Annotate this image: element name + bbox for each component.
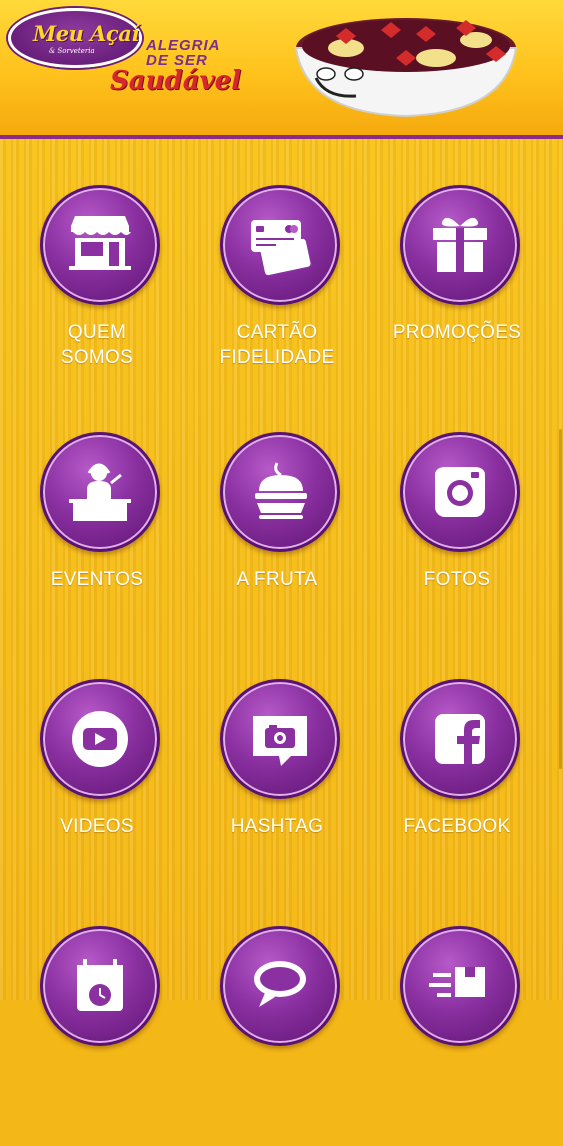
menu-item-delivery[interactable] — [368, 926, 548, 1146]
acai-bowl-image — [294, 18, 518, 118]
menu-item-agenda[interactable] — [8, 926, 188, 1146]
menu-item-a-fruta[interactable]: A FRUTA — [188, 432, 368, 652]
menu-item-circle[interactable] — [220, 185, 340, 305]
logo-text: Meu Açaí — [33, 21, 139, 46]
menu-item-circle[interactable] — [400, 926, 520, 1046]
menu-item-circle[interactable] — [220, 926, 340, 1046]
delivery-box-icon — [429, 967, 485, 997]
menu-item-circle[interactable] — [400, 432, 520, 552]
fruit-bowl-icon — [255, 462, 307, 519]
store-icon — [69, 216, 131, 270]
menu-item-label: EVENTOS — [50, 569, 144, 590]
scrollbar[interactable] — [559, 429, 562, 769]
menu-item-circle[interactable] — [220, 432, 340, 552]
menu-item-label: FACEBOOK — [403, 816, 511, 837]
menu-item-facebook[interactable]: FACEBOOK — [368, 679, 548, 899]
menu-item-quem-somos[interactable]: QUEM SOMOS — [8, 185, 188, 405]
menu-item-label: A FRUTA — [236, 569, 318, 590]
menu-item-label: HASHTAG — [230, 816, 324, 837]
gift-icon — [433, 217, 487, 272]
youtube-icon — [72, 711, 128, 767]
menu-item-circle[interactable] — [40, 679, 160, 799]
logo-subtext: & Sorveteria — [49, 47, 95, 55]
menu-item-eventos[interactable]: EVENTOS — [8, 432, 188, 652]
menu-item-label: CARTÃO FIDELIDADE — [219, 322, 335, 368]
header-banner: Meu Açaí & Sorveteria ALEGRIA DE SER Sau… — [0, 0, 563, 139]
credit-card-icon — [251, 220, 313, 277]
menu-item-label: VIDEOS — [60, 816, 134, 837]
menu-item-label: QUEM SOMOS — [60, 322, 134, 368]
camera-bubble-icon — [253, 716, 307, 766]
calendar-icon — [77, 959, 123, 1011]
chat-bubble-icon — [254, 961, 306, 1007]
instagram-icon — [435, 467, 485, 517]
menu-item-circle[interactable] — [400, 679, 520, 799]
menu-item-label: FOTOS — [423, 569, 491, 590]
menu-item-label: PROMOÇÕES — [392, 322, 522, 343]
slogan-main: Saudável — [110, 66, 242, 96]
menu-item-circle[interactable] — [220, 679, 340, 799]
menu-item-videos[interactable]: VIDEOS — [8, 679, 188, 899]
dj-icon — [69, 463, 131, 521]
menu-item-circle[interactable] — [40, 432, 160, 552]
menu-item-cartao-fidelidade[interactable]: CARTÃO FIDELIDADE — [188, 185, 368, 405]
menu-item-circle[interactable] — [40, 185, 160, 305]
menu-item-circle[interactable] — [400, 185, 520, 305]
menu-grid: QUEM SOMOS CARTÃO FIDELIDADE PROMOÇÕES E… — [0, 139, 563, 1046]
facebook-icon — [435, 714, 485, 764]
menu-item-contato[interactable] — [188, 926, 368, 1146]
menu-item-circle[interactable] — [40, 926, 160, 1046]
menu-item-hashtag[interactable]: HASHTAG — [188, 679, 368, 899]
slogan-top: ALEGRIA DE SER — [146, 37, 221, 69]
menu-item-fotos[interactable]: FOTOS — [368, 432, 548, 652]
menu-item-promocoes[interactable]: PROMOÇÕES — [368, 185, 548, 405]
brand-logo: Meu Açaí & Sorveteria — [8, 8, 142, 68]
